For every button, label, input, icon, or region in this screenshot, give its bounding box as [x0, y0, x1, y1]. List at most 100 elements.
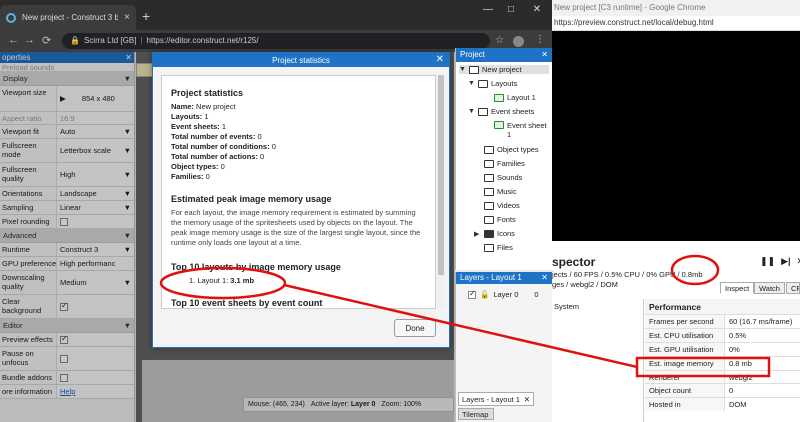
stat-value: 0 [257, 132, 262, 141]
step-icon[interactable]: ▶| [781, 256, 790, 267]
chrome-menu-icon[interactable]: ⋮ [535, 34, 545, 45]
stat-value: New project [196, 102, 236, 111]
tab-watch[interactable]: Watch [754, 282, 785, 294]
table-row: Est. image memory 0.8 mb [645, 355, 800, 370]
row-key: Est. GPU utilisation [645, 342, 725, 356]
tree-label: Event sheet 1 [507, 121, 547, 139]
layers-bottom-tab[interactable]: Layers - Layout 1 ✕ [458, 392, 534, 406]
editor-browser-tab[interactable]: New project - Construct 3 beta × [0, 5, 136, 30]
stat-value: 1 [221, 122, 227, 131]
stat-name: Name: New project [171, 102, 427, 112]
object-list-system[interactable]: System [554, 302, 579, 311]
url-omnibox[interactable]: 🔒 Scirra Ltd [GB] | https://editor.const… [62, 33, 490, 49]
row-key: Hosted in [645, 398, 725, 412]
close-panel-icon[interactable]: ✕ [541, 273, 548, 283]
inspector-object-list: System [552, 299, 644, 422]
game-preview-canvas[interactable] [552, 31, 800, 241]
stats-text: jects / 60 FPS / 0.5% CPU / 0% GPU / [552, 270, 680, 279]
inspector-stats-line: jects / 60 FPS / 0.5% CPU / 0% GPU / 0.8… [552, 270, 703, 279]
tree-item-new-project[interactable]: ▼ New project [459, 65, 549, 74]
project-statistics-dialog: Project statistics ✕ Project statistics … [152, 52, 450, 348]
layer-name: Layer 0 [493, 290, 519, 299]
stat-value: 1 [204, 112, 209, 121]
inspector-title: spector [552, 255, 596, 269]
layer-row[interactable]: 🔓 Layer 0 0 [468, 289, 539, 299]
back-arrow-icon[interactable]: ← [8, 34, 19, 46]
close-panel-icon[interactable]: ✕ [541, 50, 548, 60]
row-value: 0% [729, 344, 740, 354]
row-value: 0.5% [729, 330, 747, 340]
tree-item-files[interactable]: Files [484, 243, 513, 252]
tree-item-event-sheets[interactable]: ▼ Event sheets [468, 107, 534, 116]
performance-table: Performance Frames per second 60 (16.7 ms… [645, 299, 800, 412]
inspector-renderer-line: ges / webgl2 / DOM [552, 280, 618, 289]
tree-item-families[interactable]: Families [484, 159, 525, 168]
layers-panel-header: Layers - Layout 1 ✕ [456, 272, 552, 284]
expand-arrow-icon[interactable]: ▼ [468, 80, 475, 87]
stat-object-types: Object types: 0 [171, 162, 427, 172]
folder-icon [478, 107, 488, 116]
tree-label: New project [482, 65, 522, 74]
table-row: Frames per second 60 (16.7 ms/frame) [645, 314, 800, 328]
lock-icon[interactable]: 🔓 [480, 290, 489, 299]
tree-item-layout-1[interactable]: Layout 1 [494, 93, 536, 102]
pause-icon[interactable]: ❚❚ [760, 256, 775, 267]
folder-icon [478, 79, 488, 88]
table-row: Renderer webgl2 [645, 369, 800, 384]
stats-memory: 0.8mb [681, 270, 703, 279]
preview-url-bar[interactable]: https://preview.construct.net/local/debu… [552, 16, 800, 31]
tab-inspect[interactable]: Inspect [720, 282, 755, 294]
tree-label: Event sheets [491, 107, 535, 116]
tree-item-music[interactable]: Music [484, 187, 517, 196]
tree-item-sounds[interactable]: Sounds [484, 173, 522, 182]
tree-item-icons[interactable]: ▶ Icons [474, 229, 515, 238]
expand-arrow-icon[interactable]: ▼ [459, 66, 466, 73]
layer-visible-checkbox[interactable] [468, 289, 476, 299]
tree-item-object-types[interactable]: Object types [484, 145, 539, 154]
expand-arrow-icon[interactable]: ▶ [474, 230, 481, 238]
performance-heading: Performance [645, 299, 800, 314]
table-row: Object count 0 [645, 383, 800, 398]
row-value: 60 (16.7 ms/frame) [729, 317, 793, 326]
new-tab-button[interactable]: + [142, 8, 150, 24]
tree-label: Videos [497, 201, 520, 210]
tree-item-event-sheet-1[interactable]: Event sheet 1 [494, 121, 550, 139]
table-row: Est. GPU utilisation 0% [645, 341, 800, 356]
close-icon[interactable]: ✕ [797, 256, 800, 267]
minimize-icon[interactable]: — [479, 4, 497, 15]
folder-icon [469, 65, 479, 74]
tilemap-tab[interactable]: Tilemap [458, 408, 494, 420]
tree-label: Sounds [497, 173, 523, 182]
tree-label: Fonts [497, 215, 516, 224]
layout-icon [494, 93, 504, 102]
stat-value: 0 [260, 152, 265, 161]
row-key: Frames per second [645, 315, 725, 328]
forward-arrow-icon[interactable]: → [24, 34, 35, 46]
profile-avatar[interactable] [513, 36, 524, 47]
project-panel: Project ✕ ▼ New project ▼ Layouts Layout 1… [455, 48, 552, 270]
folder-icon [484, 243, 494, 252]
close-tab-icon[interactable]: × [124, 12, 130, 23]
tab-label: Layers - Layout 1 [462, 395, 520, 404]
tree-item-videos[interactable]: Videos [484, 201, 520, 210]
url-text: https://editor.construct.net/r125/ [146, 36, 259, 45]
close-window-icon[interactable]: ✕ [528, 4, 546, 15]
expand-arrow-icon[interactable]: ▼ [468, 108, 475, 115]
tab-cpu-profiler[interactable]: CP [786, 282, 800, 294]
tree-item-fonts[interactable]: Fonts [484, 215, 516, 224]
tree-item-layouts[interactable]: ▼ Layouts [468, 79, 517, 88]
layers-panel-title: Layers - Layout 1 [460, 273, 522, 282]
dialog-scrollbar[interactable] [437, 75, 445, 309]
dialog-title-bar: Project statistics ✕ [153, 53, 449, 67]
row-value: DOM [729, 400, 747, 410]
close-icon[interactable]: ✕ [436, 54, 444, 65]
close-tab-icon[interactable]: ✕ [524, 395, 530, 404]
scrollbar-thumb[interactable] [438, 75, 444, 275]
done-button[interactable]: Done [394, 319, 436, 337]
folder-icon [484, 201, 494, 210]
bookmark-star-icon[interactable]: ☆ [495, 35, 504, 46]
maximize-icon[interactable]: □ [502, 4, 520, 15]
reload-icon[interactable]: ⟳ [42, 34, 51, 47]
dialog-title: Project statistics [272, 56, 330, 65]
row-value: 0.8 mb [729, 358, 752, 368]
